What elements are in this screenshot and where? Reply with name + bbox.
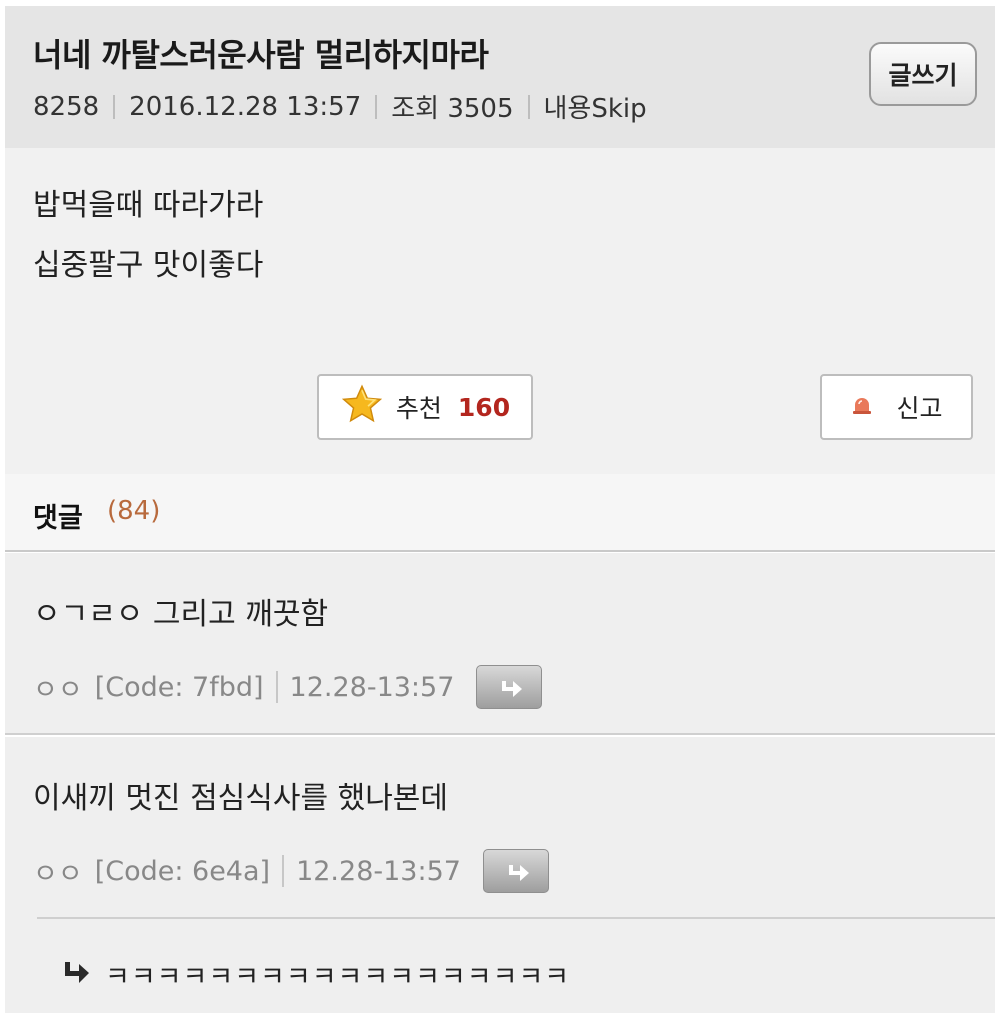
- reply-arrow-icon: [61, 960, 91, 990]
- comment-item: 이새끼 멋진 점심식사를 했나본데 ㅇㅇ [Code: 6e4a] 12.28-…: [5, 737, 995, 917]
- comment-divider: [282, 855, 285, 887]
- post-datetime: 2016.12.28 13:57: [129, 91, 362, 122]
- comment-code: [Code: 6e4a]: [94, 855, 271, 887]
- recommend-button[interactable]: 추천 160: [317, 374, 533, 440]
- reply-text: ㅋㅋㅋㅋㅋㅋㅋㅋㅋㅋㅋㅋㅋㅋㅋㅋㅋㅋ: [105, 962, 571, 993]
- comment-text: ㅇㄱㄹㅇ 그리고 깨끗함: [33, 597, 329, 632]
- post-views: 조회 3505: [391, 94, 514, 124]
- reply-arrow-icon: [508, 865, 529, 881]
- write-button[interactable]: 글쓰기: [869, 42, 977, 106]
- post-body-line: 밥먹을때 따라가라: [33, 188, 264, 223]
- meta-divider: [375, 94, 378, 119]
- comment-meta: ㅇㅇ [Code: 6e4a] 12.28-13:57: [33, 849, 549, 893]
- comment-author: ㅇㅇ: [33, 674, 83, 706]
- meta-divider: [527, 94, 530, 119]
- post-page: 너네 까탈스러운사람 멀리하지마라 8258 2016.12.28 13:57 …: [0, 0, 1000, 1013]
- reply-button[interactable]: [482, 849, 549, 893]
- report-label: 신고: [896, 394, 943, 423]
- comments-header: 댓글 (84): [5, 474, 995, 552]
- comment-meta: ㅇㅇ [Code: 7fbd] 12.28-13:57: [33, 665, 543, 709]
- comments-count: (84): [107, 496, 161, 526]
- recommend-label: 추천: [395, 394, 442, 423]
- comment-code: [Code: 7fbd]: [94, 671, 264, 703]
- comment-time: 12.28-13:57: [296, 855, 461, 887]
- report-button[interactable]: 신고: [820, 374, 973, 440]
- reply-divider: [37, 917, 995, 919]
- post-body: 밥먹을때 따라가라 십중팔구 맛이좋다 추천 160 신고: [5, 148, 995, 474]
- reply-arrow-icon: [502, 681, 523, 697]
- comment-text: 이새끼 멋진 점심식사를 했나본데: [33, 781, 449, 816]
- siren-icon: [850, 393, 874, 421]
- star-icon: [340, 383, 384, 431]
- post-number: 8258: [33, 91, 100, 122]
- skip-content-link[interactable]: 내용Skip: [544, 88, 647, 125]
- nested-reply: ㅋㅋㅋㅋㅋㅋㅋㅋㅋㅋㅋㅋㅋㅋㅋㅋㅋㅋ: [5, 917, 995, 1013]
- comment-item: ㅇㄱㄹㅇ 그리고 깨끗함 ㅇㅇ [Code: 7fbd] 12.28-13:57: [5, 553, 995, 735]
- reply-button[interactable]: [476, 665, 543, 709]
- post-body-line: 십중팔구 맛이좋다: [33, 248, 264, 283]
- recommend-count: 160: [457, 392, 511, 422]
- post-meta: 8258 2016.12.28 13:57 조회 3505 내용Skip: [33, 88, 647, 125]
- comment-divider: [275, 671, 278, 703]
- post-title: 너네 까탈스러운사람 멀리하지마라: [33, 36, 489, 74]
- reply-row: ㅋㅋㅋㅋㅋㅋㅋㅋㅋㅋㅋㅋㅋㅋㅋㅋㅋㅋ: [61, 955, 570, 994]
- comment-time: 12.28-13:57: [289, 671, 455, 703]
- comment-author: ㅇㅇ: [33, 858, 83, 890]
- meta-divider: [113, 94, 116, 119]
- post-header: 너네 까탈스러운사람 멀리하지마라 8258 2016.12.28 13:57 …: [5, 6, 995, 148]
- comments-title: 댓글: [33, 503, 83, 534]
